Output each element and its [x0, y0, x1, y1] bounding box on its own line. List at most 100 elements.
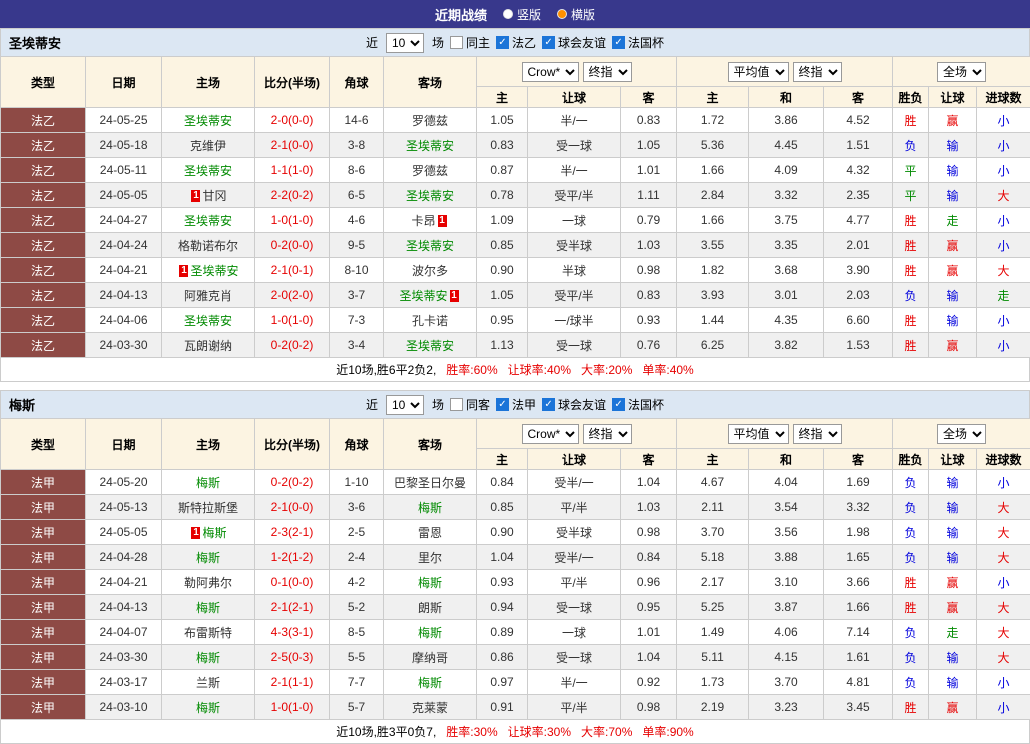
team-link[interactable]: 圣埃蒂安 [184, 214, 232, 228]
team-link[interactable]: 1甘冈 [189, 189, 226, 203]
radio-horizontal-icon[interactable] [557, 9, 567, 19]
asia-period-select[interactable]: 终指 [583, 62, 632, 82]
euro-company-select[interactable]: 平均值 [728, 424, 789, 444]
team-link[interactable]: 梅斯 [196, 701, 220, 715]
odds-company-select[interactable]: Crow* [522, 62, 579, 82]
odds-company-select[interactable]: Crow* [522, 424, 579, 444]
date-cell: 24-05-13 [86, 495, 162, 520]
team-link[interactable]: 布雷斯特 [184, 626, 232, 640]
euro-company-select[interactable]: 平均值 [728, 62, 789, 82]
team-link[interactable]: 罗德兹 [412, 114, 448, 128]
near-label: 近 [366, 396, 378, 413]
team-link[interactable]: 梅斯 [196, 601, 220, 615]
team-link[interactable]: 1圣埃蒂安 [177, 264, 238, 278]
corner-cell: 5-7 [330, 695, 384, 720]
result-scope-select[interactable]: 全场 [937, 424, 986, 444]
checkbox-icon[interactable]: ✓ [542, 36, 555, 49]
filter-checkbox-3[interactable]: ✓法国杯 [612, 396, 664, 413]
team-link[interactable]: 梅斯 [418, 626, 442, 640]
filter-checkbox-1[interactable]: ✓法乙 [496, 34, 536, 51]
team-link[interactable]: 圣埃蒂安 [406, 139, 454, 153]
filter-checkbox-2[interactable]: ✓球会友谊 [542, 34, 606, 51]
team-link[interactable]: 1梅斯 [189, 526, 226, 540]
asia-odds-cell-1: 平/半 [528, 570, 621, 595]
match-count-select[interactable]: 10 [386, 33, 424, 53]
filter-checkbox-0[interactable]: 同主 [450, 34, 490, 51]
euro-period-select[interactable]: 终指 [793, 424, 842, 444]
league-cell: 法乙 [1, 283, 86, 308]
asia-odds-cell-0: 0.93 [477, 570, 528, 595]
checkbox-icon[interactable]: ✓ [612, 36, 625, 49]
team-link[interactable]: 圣埃蒂安 [406, 339, 454, 353]
team-link[interactable]: 梅斯 [196, 651, 220, 665]
euro-odds-cell-1: 4.15 [749, 645, 824, 670]
checkbox-icon[interactable]: ✓ [496, 398, 509, 411]
result-cell-2: 小 [977, 133, 1030, 158]
euro-odds-cell-2: 3.90 [824, 258, 893, 283]
euro-odds-cell-1: 3.70 [749, 670, 824, 695]
away-team-cell: 圣埃蒂安1 [384, 283, 477, 308]
euro-odds-cell-2: 3.32 [824, 495, 893, 520]
filter-checkbox-0[interactable]: 同客 [450, 396, 490, 413]
team-link[interactable]: 阿雅克肖 [184, 289, 232, 303]
team-link[interactable]: 克莱蒙 [412, 701, 448, 715]
league-cell: 法乙 [1, 258, 86, 283]
team-link[interactable]: 圣埃蒂安1 [399, 289, 460, 303]
team-link[interactable]: 梅斯 [418, 576, 442, 590]
section-team-name: 梅斯 [1, 395, 35, 414]
asia-period-select[interactable]: 终指 [583, 424, 632, 444]
team-link[interactable]: 圣埃蒂安 [184, 164, 232, 178]
team-link[interactable]: 兰斯 [196, 676, 220, 690]
checkbox-icon[interactable] [450, 36, 463, 49]
filter-label: 球会友谊 [558, 396, 606, 413]
team-link[interactable]: 雷恩 [418, 526, 442, 540]
games-label: 场 [432, 34, 444, 51]
team-link[interactable]: 梅斯 [196, 551, 220, 565]
date-cell: 24-04-28 [86, 545, 162, 570]
team-link[interactable]: 巴黎圣日尔曼 [394, 476, 466, 490]
team-link[interactable]: 圣埃蒂安 [406, 239, 454, 253]
away-team-cell: 克莱蒙 [384, 695, 477, 720]
team-link[interactable]: 勒阿弗尔 [184, 576, 232, 590]
filter-checkbox-2[interactable]: ✓球会友谊 [542, 396, 606, 413]
result-scope-select[interactable]: 全场 [937, 62, 986, 82]
team-link[interactable]: 克维伊 [190, 139, 226, 153]
team-link[interactable]: 波尔多 [412, 264, 448, 278]
checkbox-icon[interactable]: ✓ [542, 398, 555, 411]
team-link[interactable]: 梅斯 [418, 501, 442, 515]
layout-option-horizontal[interactable]: 横版 [557, 6, 595, 23]
team-link[interactable]: 朗斯 [418, 601, 442, 615]
filter-checkbox-1[interactable]: ✓法甲 [496, 396, 536, 413]
col-corner: 角球 [330, 419, 384, 470]
date-cell: 24-03-30 [86, 333, 162, 358]
euro-period-select[interactable]: 终指 [793, 62, 842, 82]
team-link[interactable]: 梅斯 [196, 476, 220, 490]
team-link[interactable]: 罗德兹 [412, 164, 448, 178]
team-link[interactable]: 格勒诺布尔 [178, 239, 238, 253]
team-link[interactable]: 瓦朗谢纳 [184, 339, 232, 353]
team-link[interactable]: 摩纳哥 [412, 651, 448, 665]
corner-cell: 2-4 [330, 545, 384, 570]
asia-odds-cell-1: 一球 [528, 208, 621, 233]
team-link[interactable]: 圣埃蒂安 [406, 189, 454, 203]
team-link[interactable]: 圣埃蒂安 [184, 114, 232, 128]
team-link[interactable]: 斯特拉斯堡 [178, 501, 238, 515]
checkbox-icon[interactable] [450, 398, 463, 411]
score-cell: 1-0(1-0) [255, 695, 330, 720]
euro-odds-cell-0: 1.72 [677, 108, 749, 133]
score-cell: 2-1(2-1) [255, 595, 330, 620]
team-link[interactable]: 孔卡诺 [412, 314, 448, 328]
team-link[interactable]: 卡昂1 [411, 214, 448, 228]
checkbox-icon[interactable]: ✓ [612, 398, 625, 411]
asia-odds-cell-0: 0.84 [477, 470, 528, 495]
home-team-cell: 斯特拉斯堡 [162, 495, 255, 520]
layout-option-vertical[interactable]: 竖版 [503, 6, 541, 23]
team-link[interactable]: 圣埃蒂安 [184, 314, 232, 328]
league-cell: 法甲 [1, 645, 86, 670]
filter-checkbox-3[interactable]: ✓法国杯 [612, 34, 664, 51]
radio-vertical-icon[interactable] [503, 9, 513, 19]
match-count-select[interactable]: 10 [386, 395, 424, 415]
team-link[interactable]: 梅斯 [418, 676, 442, 690]
team-link[interactable]: 里尔 [418, 551, 442, 565]
checkbox-icon[interactable]: ✓ [496, 36, 509, 49]
